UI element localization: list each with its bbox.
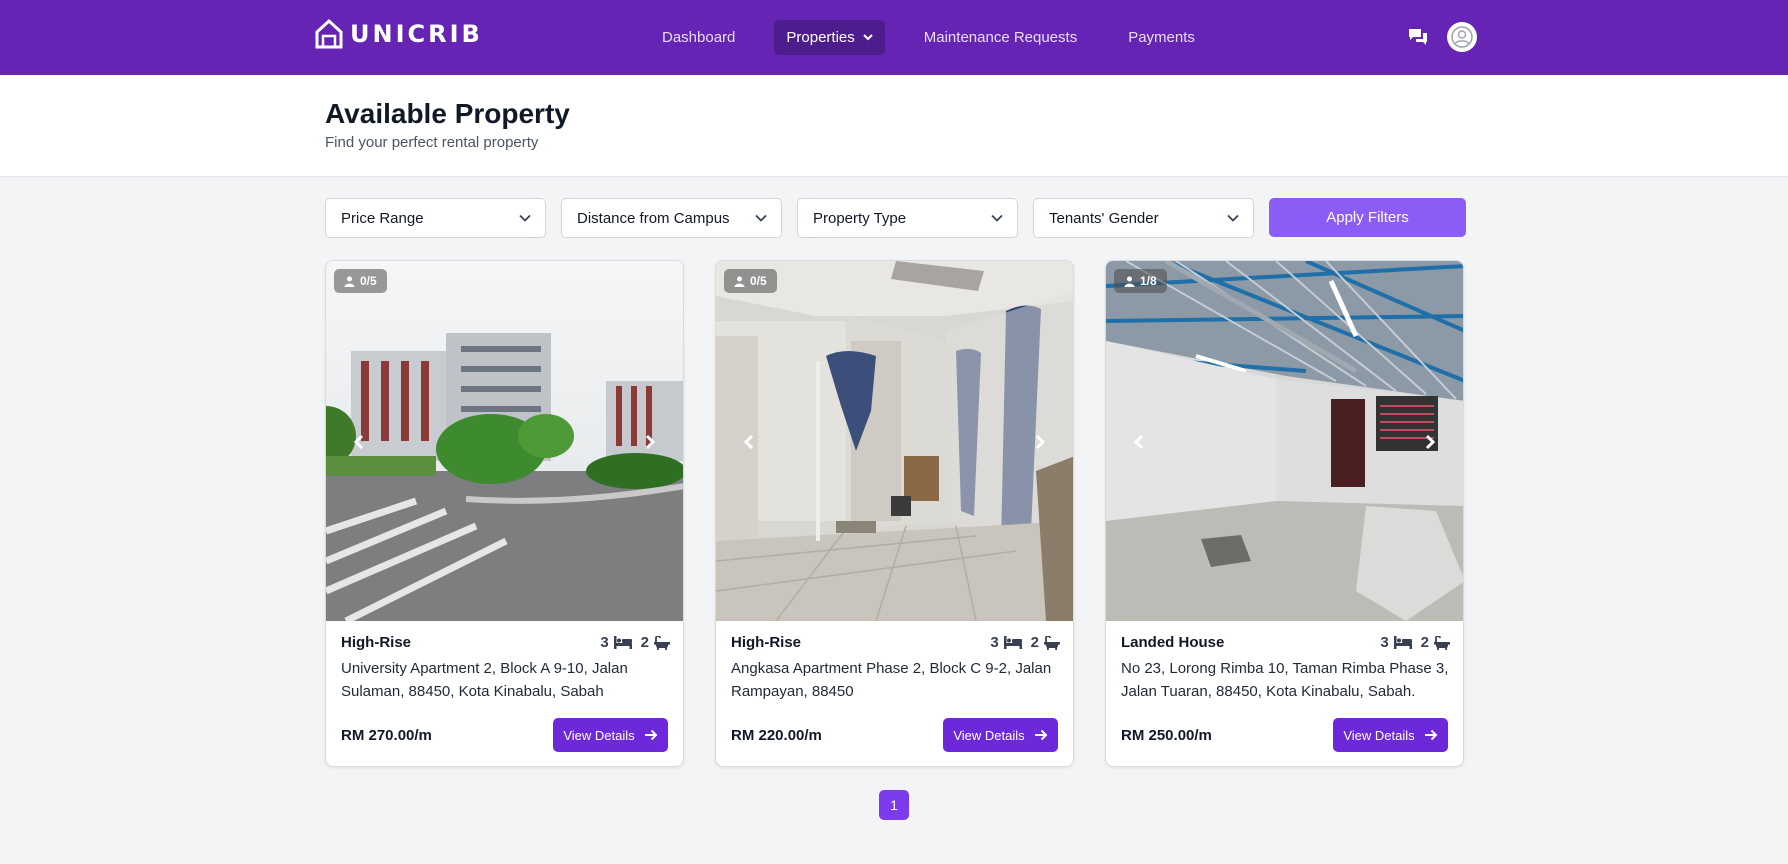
card-body: Landed House 3 2 No 23, Lorong Rimba 10,… <box>1121 634 1450 703</box>
property-photo <box>326 261 683 621</box>
pagination-page-button[interactable]: 1 <box>879 790 909 820</box>
arrow-right-icon <box>1424 729 1438 741</box>
top-navbar: UNICRIB Dashboard Properties Maintenance… <box>0 0 1788 75</box>
bedroom-count: 3 <box>600 634 609 651</box>
page-subtitle: Find your perfect rental property <box>325 134 539 151</box>
nav-dashboard-label: Dashboard <box>662 28 736 46</box>
bedroom-count: 3 <box>990 634 999 651</box>
occupancy-text: 0/5 <box>750 274 767 288</box>
arrow-right-icon <box>1034 729 1048 741</box>
unicrib-logo[interactable]: UNICRIB <box>314 18 483 50</box>
next-photo-button[interactable] <box>1029 431 1051 453</box>
previous-photo-button[interactable] <box>1128 431 1150 453</box>
property-type-label: Property Type <box>813 209 907 227</box>
tenants-gender-label: Tenants' Gender <box>1049 209 1159 227</box>
chat-bubbles-icon[interactable] <box>1408 27 1428 47</box>
occupancy-badge: 1/8 <box>1114 269 1167 293</box>
person-icon <box>1124 276 1135 287</box>
amenities: 3 2 <box>600 634 670 651</box>
occupancy-text: 1/8 <box>1140 274 1157 288</box>
chevron-down-icon <box>991 214 1003 222</box>
chevron-down-icon <box>863 34 873 41</box>
nav-properties[interactable]: Properties <box>774 19 885 55</box>
bathtub-icon <box>1044 635 1060 650</box>
nav-payments-label: Payments <box>1128 28 1195 46</box>
person-icon <box>734 276 745 287</box>
property-address: University Apartment 2, Block A 9-10, Ja… <box>341 660 628 700</box>
bathroom-count: 2 <box>1030 634 1039 651</box>
view-details-button[interactable]: View Details <box>1333 718 1448 752</box>
bed-icon <box>1393 636 1412 649</box>
amenities: 3 2 <box>990 634 1060 651</box>
chevron-down-icon <box>519 214 531 222</box>
view-details-label: View Details <box>563 727 635 743</box>
bathroom-count: 2 <box>1420 634 1429 651</box>
apply-filters-button[interactable]: Apply Filters <box>1269 198 1466 237</box>
property-price: RM 250.00/m <box>1121 727 1212 744</box>
chevron-left-icon <box>1133 434 1144 450</box>
property-address: Angkasa Apartment Phase 2, Block C 9-2, … <box>731 660 1052 700</box>
main-nav: Dashboard Properties Maintenance Request… <box>650 18 1234 56</box>
nav-maintenance-label: Maintenance Requests <box>923 28 1078 46</box>
occupancy-text: 0/5 <box>360 274 377 288</box>
amenities: 3 2 <box>1380 634 1450 651</box>
property-list: 0/5 High-Rise 3 2 University Apartment 2… <box>325 260 1464 767</box>
chevron-left-icon <box>743 434 754 450</box>
bathtub-icon <box>1434 635 1450 650</box>
property-card: 1/8 Landed House 3 2 No 23, Lorong Rimba… <box>1105 260 1464 767</box>
chevron-left-icon <box>353 434 364 450</box>
bedroom-count: 3 <box>1380 634 1389 651</box>
occupancy-badge: 0/5 <box>334 269 387 293</box>
chevron-right-icon <box>1035 434 1046 450</box>
price-range-select[interactable]: Price Range <box>325 198 546 238</box>
previous-photo-button[interactable] <box>738 431 760 453</box>
chevron-right-icon <box>1425 434 1436 450</box>
property-card: 0/5 High-Rise 3 2 Angkasa Apartment Phas… <box>715 260 1074 767</box>
user-avatar[interactable] <box>1447 22 1477 52</box>
price-range-label: Price Range <box>341 209 424 227</box>
bathroom-count: 2 <box>640 634 649 651</box>
card-body: High-Rise 3 2 University Apartment 2, Bl… <box>341 634 670 703</box>
page-header: Available Property Find your perfect ren… <box>0 75 1788 177</box>
nav-payments[interactable]: Payments <box>1116 20 1207 55</box>
occupancy-badge: 0/5 <box>724 269 777 293</box>
nav-dashboard[interactable]: Dashboard <box>650 20 747 55</box>
nav-properties-label: Properties <box>786 28 855 46</box>
property-photo <box>716 261 1073 621</box>
nav-maintenance-requests[interactable]: Maintenance Requests <box>912 20 1089 55</box>
property-price: RM 220.00/m <box>731 727 822 744</box>
property-photo <box>1106 261 1463 621</box>
property-card: 0/5 High-Rise 3 2 University Apartment 2… <box>325 260 684 767</box>
bathtub-icon <box>654 635 670 650</box>
card-body: High-Rise 3 2 Angkasa Apartment Phase 2,… <box>731 634 1060 703</box>
property-type-select[interactable]: Property Type <box>797 198 1018 238</box>
person-icon <box>344 276 355 287</box>
arrow-right-icon <box>644 729 658 741</box>
property-address: No 23, Lorong Rimba 10, Taman Rimba Phas… <box>1121 660 1449 700</box>
next-photo-button[interactable] <box>1419 431 1441 453</box>
distance-label: Distance from Campus <box>577 209 730 227</box>
tenants-gender-select[interactable]: Tenants' Gender <box>1033 198 1254 238</box>
previous-photo-button[interactable] <box>348 431 370 453</box>
page-title: Available Property <box>325 98 570 129</box>
filter-bar: Price Range Distance from Campus Propert… <box>325 198 1466 238</box>
chevron-down-icon <box>1227 214 1239 222</box>
next-photo-button[interactable] <box>639 431 661 453</box>
logo-text: UNICRIB <box>350 20 483 48</box>
house-logo-icon <box>315 18 343 49</box>
view-details-button[interactable]: View Details <box>943 718 1058 752</box>
bed-icon <box>1003 636 1022 649</box>
user-avatar-icon <box>1451 26 1473 48</box>
bed-icon <box>613 636 632 649</box>
view-details-button[interactable]: View Details <box>553 718 668 752</box>
view-details-label: View Details <box>953 727 1025 743</box>
view-details-label: View Details <box>1343 727 1415 743</box>
chevron-right-icon <box>645 434 656 450</box>
chevron-down-icon <box>755 214 767 222</box>
property-price: RM 270.00/m <box>341 727 432 744</box>
distance-select[interactable]: Distance from Campus <box>561 198 782 238</box>
